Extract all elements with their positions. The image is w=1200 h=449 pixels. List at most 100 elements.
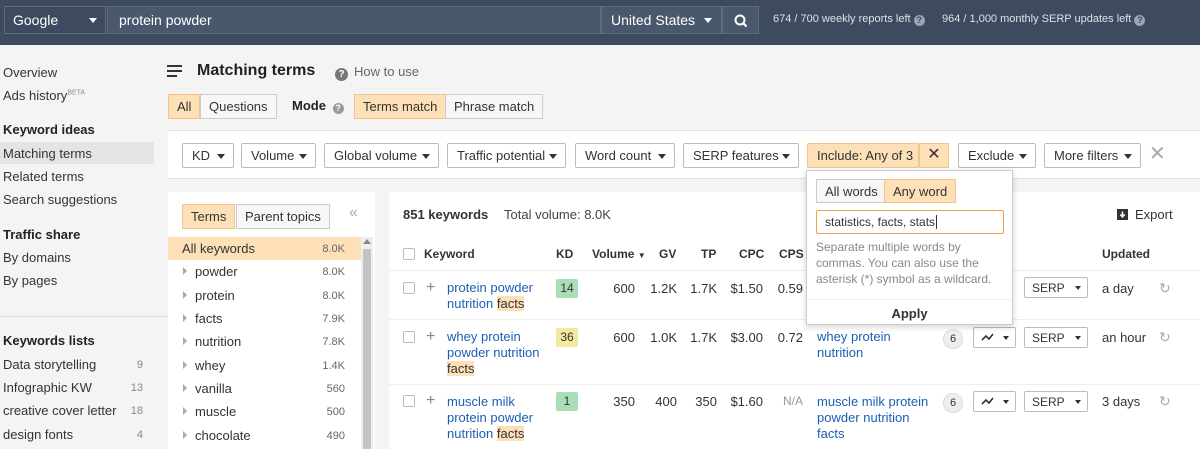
list-item[interactable]: Infographic KW 13 <box>3 380 153 395</box>
col-volume[interactable]: Volume ▼ <box>592 247 646 261</box>
serp-button[interactable]: SERP <box>1024 277 1088 298</box>
clear-filters-button[interactable]: ✕ <box>1149 143 1166 165</box>
add-icon[interactable]: + <box>426 280 435 296</box>
search-button[interactable] <box>722 6 759 34</box>
row-checkbox[interactable] <box>403 282 415 294</box>
trend-button[interactable] <box>973 327 1016 348</box>
serp-button[interactable]: SERP <box>1024 391 1088 412</box>
add-icon[interactable]: + <box>426 329 435 345</box>
all-words-toggle[interactable]: All words <box>816 179 887 203</box>
sidebar-item-by-domains[interactable]: By domains <box>3 250 71 265</box>
list-name: design fonts <box>3 427 74 442</box>
list-item[interactable]: creative cover letter 18 <box>3 403 153 418</box>
country-label: United States <box>611 12 696 28</box>
include-filter[interactable]: Include: Any of 3 <box>807 143 919 168</box>
term-row[interactable]: whey 1.4K <box>168 354 361 377</box>
expand-arrow-icon <box>183 314 187 322</box>
traffic-potential-filter[interactable]: Traffic potential <box>447 143 566 168</box>
serp-features-filter[interactable]: SERP features <box>683 143 799 168</box>
refresh-icon[interactable]: ↻ <box>1159 280 1171 297</box>
sidebar-item-search-suggestions[interactable]: Search suggestions <box>3 192 117 207</box>
any-word-toggle[interactable]: Any word <box>884 179 957 203</box>
sort-desc-icon: ▼ <box>637 251 646 260</box>
kd-filter[interactable]: KD <box>182 143 234 168</box>
sidebar-item-ads-history[interactable]: Ads historyBETA <box>3 88 85 103</box>
export-button[interactable]: Export <box>1116 207 1173 222</box>
term-row[interactable]: chocolate 490 <box>168 424 361 447</box>
help-icon[interactable]: ? <box>913 15 925 26</box>
country-select[interactable]: United States <box>601 6 722 34</box>
col-cpc[interactable]: CPC <box>739 247 764 261</box>
term-row[interactable]: muscle 500 <box>168 400 361 423</box>
scroll-up-icon[interactable] <box>363 239 371 244</box>
close-icon: ✕ <box>1149 143 1166 165</box>
term-label: muscle <box>195 404 237 419</box>
help-icon[interactable]: ? <box>1134 15 1146 26</box>
help-icon[interactable]: ? <box>332 103 344 114</box>
results-panel: 851 keywords Total volume: 8.0K Export K… <box>389 192 1200 449</box>
list-count: 4 <box>136 429 143 441</box>
tab-parent-topics[interactable]: Parent topics <box>236 204 330 229</box>
tab-terms[interactable]: Terms <box>182 204 236 229</box>
exclude-filter[interactable]: Exclude <box>958 143 1036 168</box>
terms-scrollbar[interactable] <box>361 237 373 449</box>
apply-button[interactable]: Apply <box>807 299 1012 321</box>
serp-button[interactable]: SERP <box>1024 327 1088 348</box>
cpc-value: $1.50 <box>730 281 763 296</box>
col-kd[interactable]: KD <box>556 247 573 261</box>
tab-all[interactable]: All <box>168 94 201 119</box>
global-volume-filter-label: Global volume <box>334 148 418 163</box>
parent-topic-link[interactable]: whey protein nutrition <box>817 329 933 361</box>
list-item[interactable]: design fonts 4 <box>3 427 153 442</box>
include-words-input[interactable]: statistics, facts, stats <box>816 210 1004 234</box>
keyword-link[interactable]: muscle milk protein powder nutrition fac… <box>447 394 547 442</box>
keyword-link[interactable]: protein powder nutrition facts <box>447 280 547 312</box>
export-label: Export <box>1135 207 1173 222</box>
mode-phrase-match[interactable]: Phrase match <box>445 94 544 119</box>
sidebar-item-related-terms[interactable]: Related terms <box>3 169 84 184</box>
menu-icon[interactable] <box>167 65 182 80</box>
trend-icon <box>981 333 994 341</box>
text-cursor <box>936 215 938 229</box>
search-input[interactable]: protein powder <box>107 6 601 34</box>
select-all-checkbox[interactable] <box>403 248 415 260</box>
search-engine-select[interactable]: Google <box>4 6 106 34</box>
sidebar-item-overview[interactable]: Overview <box>3 65 57 80</box>
scrollbar-thumb[interactable] <box>363 249 371 449</box>
expand-arrow-icon <box>183 407 187 415</box>
volume-filter[interactable]: Volume <box>241 143 316 168</box>
parent-topic-link[interactable]: muscle milk protein powder nutrition fac… <box>817 394 933 442</box>
divider <box>389 270 1200 271</box>
refresh-icon[interactable]: ↻ <box>1159 393 1171 410</box>
more-filters-button[interactable]: More filters <box>1044 143 1141 168</box>
term-row[interactable]: protein 8.0K <box>168 284 361 307</box>
sidebar-item-by-pages[interactable]: By pages <box>3 273 57 288</box>
list-count: 13 <box>130 382 143 394</box>
row-checkbox[interactable] <box>403 395 415 407</box>
col-tp[interactable]: TP <box>701 247 716 261</box>
sidebar-item-matching-terms[interactable]: Matching terms <box>3 146 92 161</box>
term-row[interactable]: facts 7.9K <box>168 307 361 330</box>
add-icon[interactable]: + <box>426 393 435 409</box>
refresh-icon[interactable]: ↻ <box>1159 329 1171 346</box>
collapse-icon[interactable]: « <box>349 204 358 222</box>
tab-questions[interactable]: Questions <box>200 94 277 119</box>
col-updated[interactable]: Updated <box>1102 247 1150 261</box>
col-cps[interactable]: CPS <box>779 247 804 261</box>
term-row[interactable]: nutrition 7.8K <box>168 330 361 353</box>
col-gv[interactable]: GV <box>659 247 676 261</box>
how-to-use-link[interactable]: ? How to use <box>332 64 419 81</box>
col-keyword[interactable]: Keyword <box>424 247 475 261</box>
clear-include-button[interactable]: ✕ <box>919 143 949 168</box>
keyword-link[interactable]: whey protein powder nutrition facts <box>447 329 547 377</box>
term-row[interactable]: vanilla 560 <box>168 377 361 400</box>
word-count-filter[interactable]: Word count <box>575 143 675 168</box>
row-checkbox[interactable] <box>403 331 415 343</box>
term-row-all-keywords[interactable]: All keywords 8.0K <box>168 237 361 260</box>
global-volume-filter[interactable]: Global volume <box>324 143 439 168</box>
term-row[interactable]: powder 8.0K <box>168 260 361 283</box>
mode-terms-match[interactable]: Terms match <box>354 94 447 119</box>
list-item[interactable]: Data storytelling 9 <box>3 357 153 372</box>
top-bar: Google protein powder United States 674 … <box>0 0 1200 45</box>
trend-button[interactable] <box>973 391 1016 412</box>
